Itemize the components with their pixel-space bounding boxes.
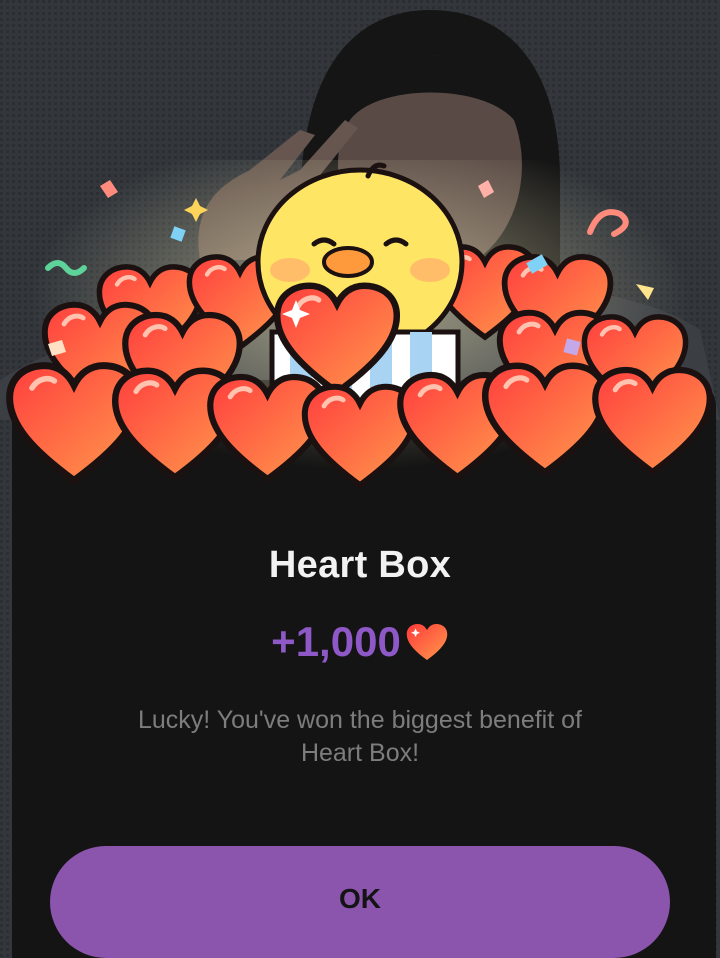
dialog-title: Heart Box: [268, 544, 452, 586]
reward-row: +1,000: [0, 618, 720, 666]
heart-box-illustration: [0, 160, 720, 500]
ok-button[interactable]: OK: [50, 846, 670, 958]
heart-icon: [406, 623, 448, 661]
reward-amount: +1,000: [271, 618, 401, 665]
screen: Heart Box +1,000 Lucky! You've won the b…: [0, 0, 720, 958]
reward-message: Lucky! You've won the biggest benefit of…: [138, 706, 582, 767]
